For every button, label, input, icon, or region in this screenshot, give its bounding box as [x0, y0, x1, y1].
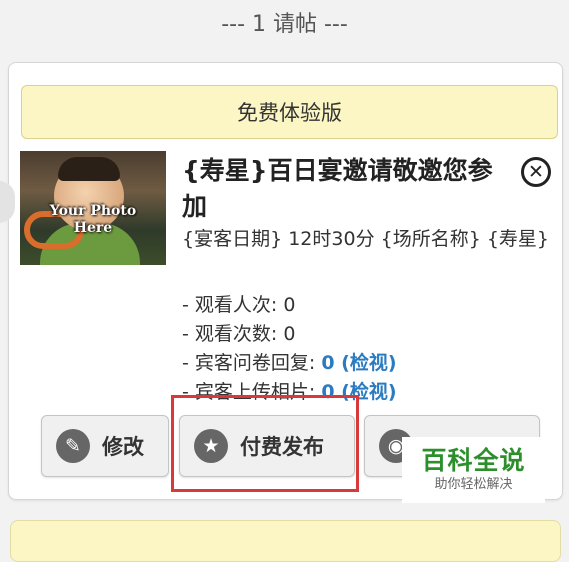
trial-version-banner[interactable]: 免费体验版 [21, 85, 558, 139]
stat-survey-replies: - 宾客问卷回复: 0 (检视) [182, 349, 552, 378]
survey-replies-view-link[interactable]: 0 (检视) [321, 352, 396, 374]
photo-baby-hair [58, 157, 120, 181]
highlight-annotation-box [171, 395, 359, 492]
logo-main-text: 百科全说 [421, 446, 526, 475]
side-drawer-handle[interactable] [0, 181, 15, 223]
watermark-line-1: Your Photo [49, 203, 137, 219]
next-invitation-card-peek [10, 520, 561, 562]
invitation-photo-thumbnail[interactable]: Your Photo Here [20, 151, 166, 265]
stat-label: - 观看人次: [182, 294, 284, 316]
stat-label: - 观看次数: [182, 323, 284, 345]
event-title: {寿星}百日宴邀请敬邀您参加 [182, 156, 493, 221]
edit-button[interactable]: ✎ 修改 [41, 415, 169, 477]
stat-view-count: - 观看次数: 0 [182, 320, 552, 349]
pencil-icon: ✎ [56, 429, 90, 463]
stat-view-visitors: - 观看人次: 0 [182, 291, 552, 320]
close-circle-icon[interactable]: ✕ [521, 157, 551, 187]
logo-sub-text: 助你轻松解决 [434, 477, 513, 492]
photo-placeholder-watermark: Your Photo Here [20, 203, 166, 237]
stat-value: 0 [283, 323, 296, 345]
edit-button-label: 修改 [102, 435, 144, 459]
baike-watermark-logo: 百科全说 助你轻松解决 [402, 437, 545, 503]
watermark-line-2: Here [73, 220, 113, 236]
invitation-stats: - 观看人次: 0 - 观看次数: 0 - 宾客问卷回复: 0 (检视) - 宾… [182, 291, 552, 407]
invitation-count-header: --- 1 请帖 --- [221, 12, 348, 37]
event-subtitle: {宴客日期} 12时30分 {场所名称} {寿星} [182, 228, 550, 250]
stat-label: - 宾客问卷回复: [182, 352, 322, 374]
stat-value: 0 [283, 294, 296, 316]
